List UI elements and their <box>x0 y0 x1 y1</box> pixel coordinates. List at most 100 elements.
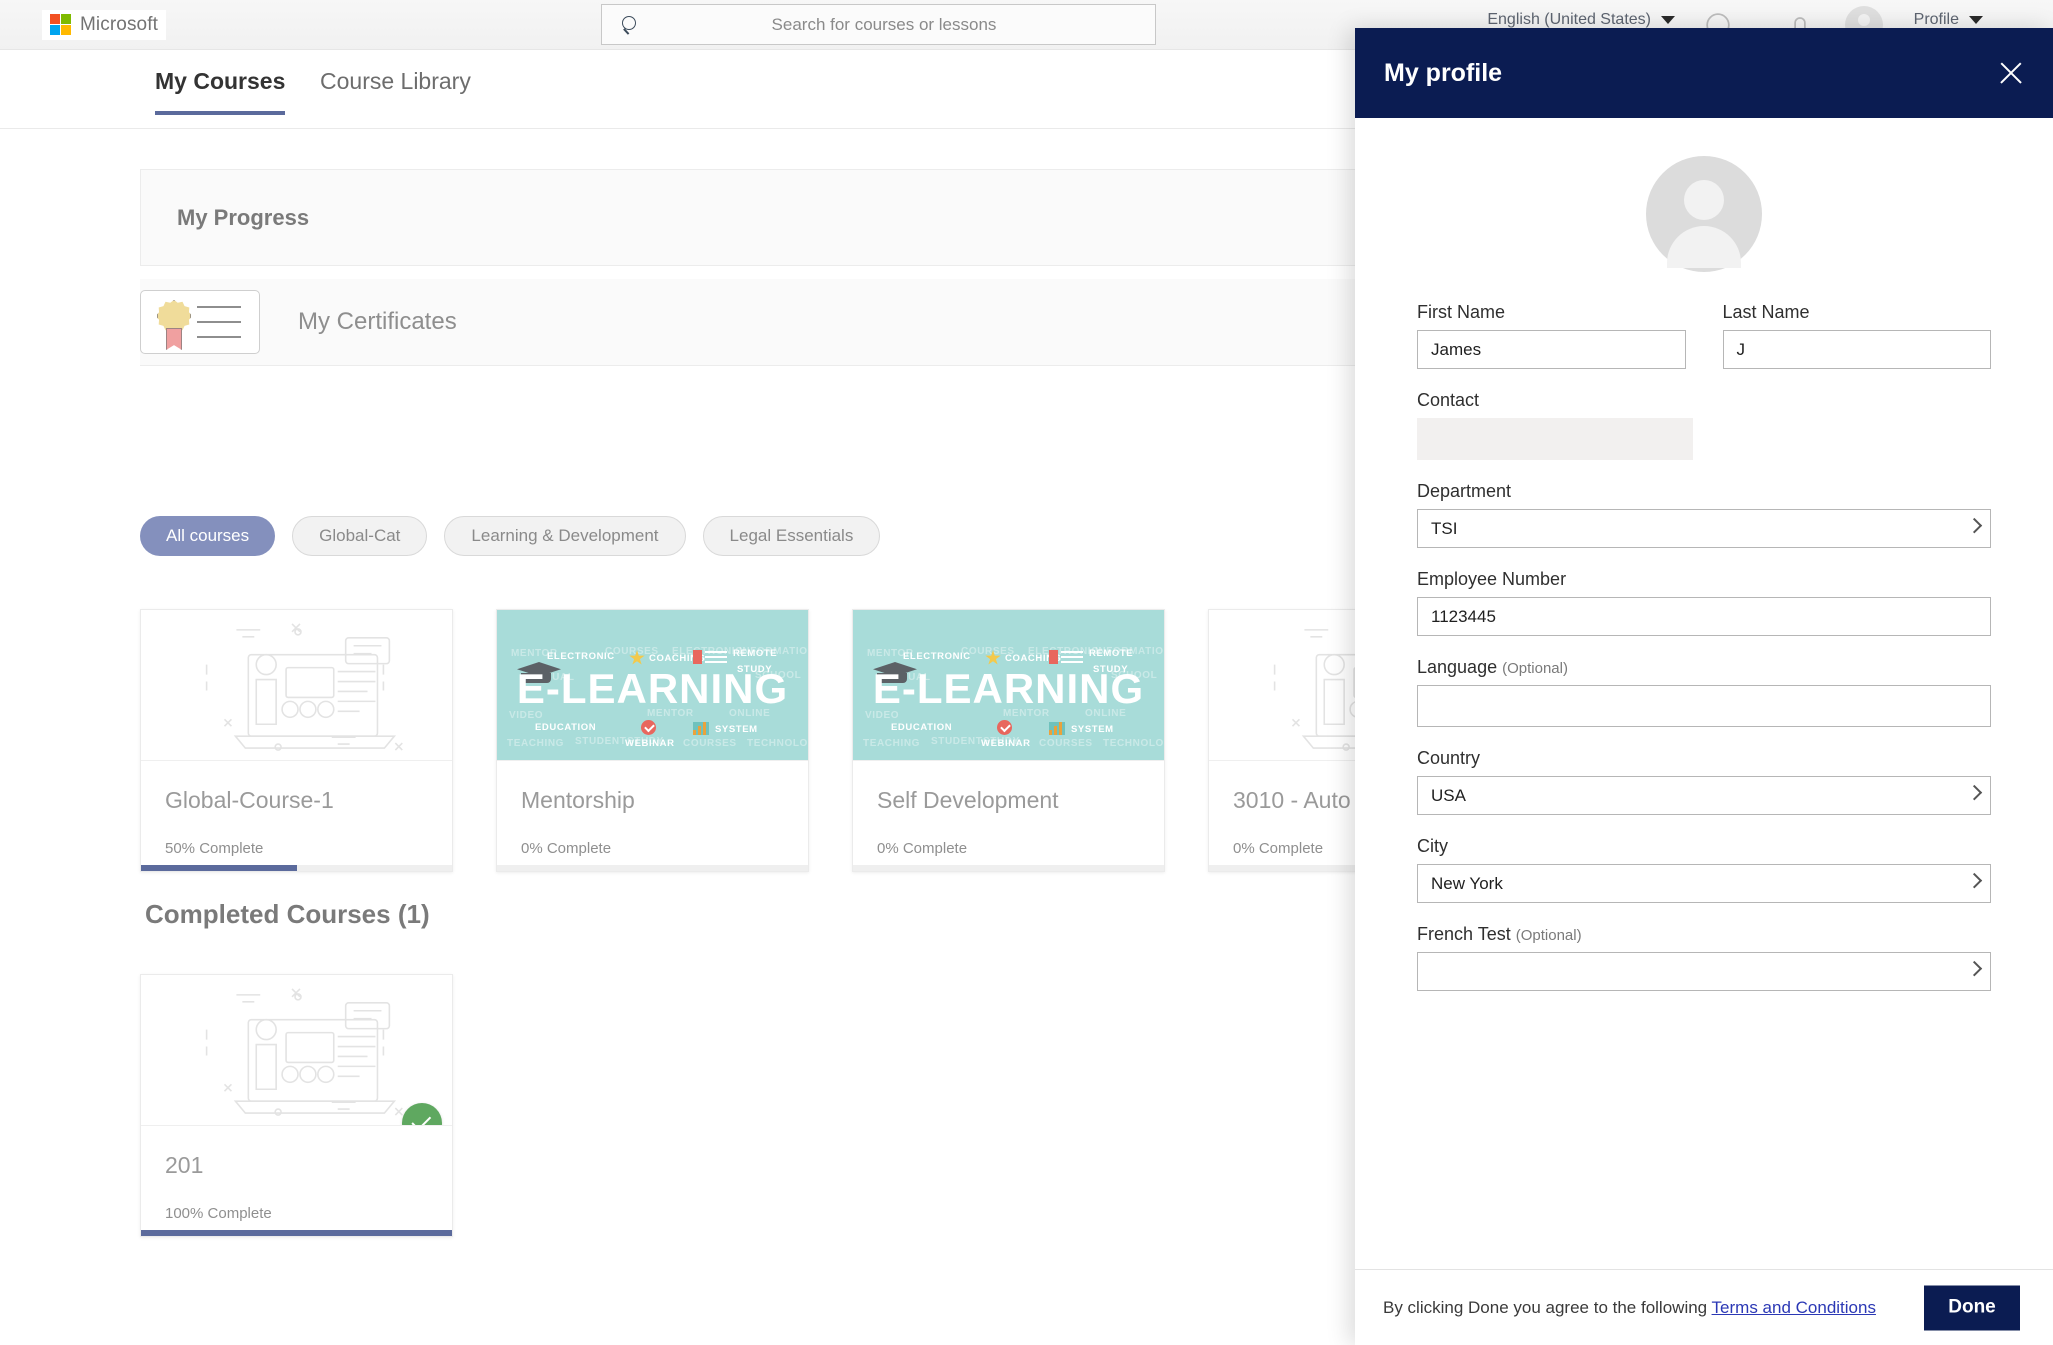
course-card-grid: Global-Course-1 50% Complete MENTOR COUR… <box>140 609 1521 872</box>
city-value: New York <box>1431 873 1503 893</box>
field-french-test: French Test (Optional) <box>1417 924 1991 991</box>
course-progress-label: 50% Complete <box>165 840 264 857</box>
french-test-optional-tag: (Optional) <box>1515 927 1582 944</box>
department-select[interactable]: TSI <box>1417 509 1991 548</box>
elearning-banner-image: MENTOR COURSES ELECTRONIC INFORMATION VI… <box>853 610 1164 760</box>
course-progress-bar <box>497 865 808 871</box>
completed-course-grid: 201 100% Complete <box>140 974 453 1237</box>
course-thumbnail: MENTOR COURSES ELECTRONIC INFORMATION VI… <box>853 610 1164 761</box>
course-title: Mentorship <box>521 787 635 813</box>
chevron-down-icon <box>1969 16 1983 24</box>
brand-name: Microsoft <box>80 13 158 35</box>
microsoft-logo[interactable]: Microsoft <box>42 9 166 40</box>
my-profile-panel: My profile First Name James Last Name J … <box>1355 28 2053 1345</box>
language-input[interactable] <box>1417 685 1991 727</box>
course-card[interactable]: MENTOR COURSES ELECTRONIC INFORMATION VI… <box>496 609 809 872</box>
profile-menu-button[interactable]: Profile <box>1914 11 1983 29</box>
language-label-text: Language <box>1417 657 1498 677</box>
country-label: Country <box>1417 748 1481 768</box>
city-select[interactable]: New York <box>1417 864 1991 903</box>
profile-avatar[interactable] <box>1646 156 1762 272</box>
terms-notice: By clicking Done you agree to the follow… <box>1383 1298 1876 1318</box>
completed-course-card[interactable]: 201 100% Complete <box>140 974 453 1237</box>
course-card-body: 201 100% Complete <box>141 1126 452 1236</box>
terms-and-conditions-link[interactable]: Terms and Conditions <box>1712 1298 1876 1317</box>
close-icon[interactable] <box>1995 57 2027 89</box>
last-name-label: Last Name <box>1722 302 1810 322</box>
french-test-select[interactable] <box>1417 952 1991 991</box>
field-contact: Contact <box>1417 390 1693 460</box>
filter-all-courses[interactable]: All courses <box>140 516 276 556</box>
tab-my-courses[interactable]: My Courses <box>155 68 286 115</box>
country-value: USA <box>1431 785 1466 805</box>
terms-notice-text: By clicking Done you agree to the follow… <box>1383 1297 1712 1317</box>
field-country: Country USA <box>1417 748 1991 815</box>
first-name-input[interactable]: James <box>1417 330 1686 369</box>
first-name-label: First Name <box>1417 302 1506 322</box>
field-city: City New York <box>1417 836 1991 903</box>
french-test-label-text: French Test <box>1417 924 1511 944</box>
search-icon <box>621 15 641 35</box>
course-title: 3010 - Auto <box>1233 787 1351 813</box>
course-progress-label: 0% Complete <box>877 840 968 857</box>
course-card[interactable]: Global-Course-1 50% Complete <box>140 609 453 872</box>
contact-label: Contact <box>1417 390 1480 410</box>
course-thumbnail <box>141 610 452 761</box>
contact-input <box>1417 418 1693 460</box>
employee-number-label: Employee Number <box>1417 569 1567 589</box>
my-progress-title: My Progress <box>177 204 310 230</box>
panel-body: First Name James Last Name J Contact Dep… <box>1355 118 2053 1269</box>
app-root: Microsoft Search for courses or lessons … <box>0 0 2053 1345</box>
search-input[interactable]: Search for courses or lessons <box>601 4 1156 45</box>
course-progress-bar <box>141 865 452 871</box>
city-label: City <box>1417 836 1448 856</box>
field-last-name: Last Name J <box>1722 302 1991 369</box>
employee-number-input[interactable]: 1123445 <box>1417 597 1991 636</box>
language-optional-tag: (Optional) <box>1502 660 1568 677</box>
microsoft-logo-icon <box>50 14 71 35</box>
course-card-body: Mentorship 0% Complete <box>497 761 808 871</box>
course-title: 201 <box>165 1152 204 1178</box>
placeholder-illustration-icon <box>141 610 452 760</box>
language-label: Language (Optional) <box>1417 657 1991 678</box>
country-select[interactable]: USA <box>1417 776 1991 815</box>
chevron-right-icon <box>1966 872 1983 888</box>
done-button[interactable]: Done <box>1924 1285 2020 1330</box>
course-card-body: Self Development 0% Complete <box>853 761 1164 871</box>
course-progress-label: 100% Complete <box>165 1205 272 1222</box>
course-filters: All courses Global-Cat Learning & Develo… <box>140 516 881 556</box>
last-name-input[interactable]: J <box>1722 330 1991 369</box>
search-placeholder: Search for courses or lessons <box>771 14 997 34</box>
course-progress-bar <box>853 865 1164 871</box>
language-selector[interactable]: English (United States) <box>1487 11 1675 29</box>
course-card-body: Global-Course-1 50% Complete <box>141 761 452 871</box>
panel-footer: By clicking Done you agree to the follow… <box>1355 1269 2053 1345</box>
placeholder-illustration-icon <box>141 975 452 1125</box>
language-label: English (United States) <box>1487 11 1651 28</box>
filter-legal-essentials[interactable]: Legal Essentials <box>702 516 881 556</box>
chevron-down-icon <box>1661 16 1675 24</box>
tab-course-library[interactable]: Course Library <box>320 68 471 111</box>
department-label: Department <box>1417 481 1512 501</box>
filter-learning-development[interactable]: Learning & Development <box>444 516 686 556</box>
department-value: TSI <box>1431 518 1458 538</box>
filter-global-cat[interactable]: Global-Cat <box>292 516 428 556</box>
panel-header: My profile <box>1355 28 2053 118</box>
chevron-right-icon <box>1966 960 1983 976</box>
field-language: Language (Optional) <box>1417 657 1991 727</box>
field-department: Department TSI <box>1417 481 1991 548</box>
elearning-banner-image: MENTOR COURSES ELECTRONIC INFORMATION VI… <box>497 610 808 760</box>
course-title: Self Development <box>877 787 1059 813</box>
course-progress-label: 0% Complete <box>1233 840 1324 857</box>
chevron-right-icon <box>1966 517 1983 533</box>
course-thumbnail <box>141 975 452 1126</box>
my-certificates-title: My Certificates <box>298 308 457 335</box>
course-card[interactable]: MENTOR COURSES ELECTRONIC INFORMATION VI… <box>852 609 1165 872</box>
field-first-name: First Name James <box>1417 302 1686 369</box>
certificate-icon <box>140 290 260 354</box>
french-test-label: French Test (Optional) <box>1417 924 1991 945</box>
field-employee-number: Employee Number 1123445 <box>1417 569 1991 636</box>
course-progress-bar <box>141 1230 452 1236</box>
profile-menu-label: Profile <box>1913 11 1959 28</box>
panel-title: My profile <box>1384 58 1503 87</box>
